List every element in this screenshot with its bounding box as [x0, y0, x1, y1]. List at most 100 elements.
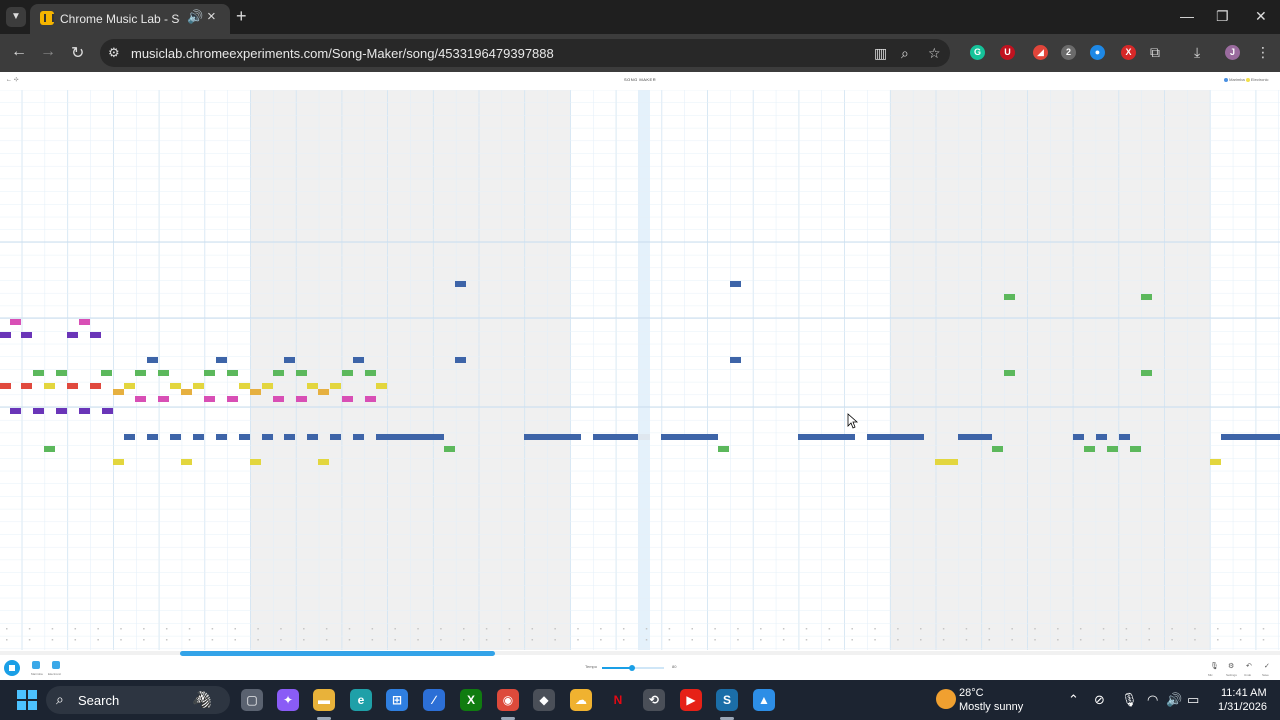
instrument-icon[interactable]	[32, 661, 40, 669]
unity-icon[interactable]: ◆	[533, 689, 555, 711]
note[interactable]	[250, 459, 261, 465]
note[interactable]	[1004, 294, 1015, 300]
note[interactable]	[330, 383, 341, 389]
note[interactable]	[365, 370, 376, 376]
note[interactable]	[21, 383, 32, 389]
percussion-icon[interactable]	[52, 661, 60, 669]
visual-studio-icon[interactable]: ∕	[423, 689, 445, 711]
note[interactable]	[44, 383, 55, 389]
address-bar[interactable]: ⚙ musiclab.chromeexperiments.com/Song-Ma…	[100, 39, 950, 67]
reading-mode-icon[interactable]: ▥	[874, 45, 887, 62]
note[interactable]	[113, 389, 124, 395]
speaker-icon[interactable]: 🔊	[187, 9, 203, 25]
extension-red-extension-icon[interactable]: ◢	[1033, 45, 1048, 60]
note[interactable]	[273, 370, 284, 376]
note[interactable]	[90, 332, 101, 338]
copilot-icon[interactable]: ✦	[277, 689, 299, 711]
note[interactable]	[307, 434, 318, 440]
site-info-icon[interactable]: ⚙	[108, 45, 120, 61]
plus-icon[interactable]: +	[236, 6, 247, 27]
note[interactable]	[318, 459, 329, 465]
extension-x-extension-icon[interactable]: X	[1121, 45, 1136, 60]
note[interactable]	[365, 396, 376, 402]
note[interactable]	[227, 370, 238, 376]
note[interactable]	[158, 370, 169, 376]
note[interactable]	[798, 434, 855, 440]
note[interactable]	[1073, 434, 1084, 440]
note[interactable]	[444, 446, 455, 452]
browser-tab[interactable]: Chrome Music Lab - Song M 🔊 ×	[30, 4, 230, 34]
microsoft-store-icon[interactable]: ⊞	[386, 689, 408, 711]
note[interactable]	[170, 434, 181, 440]
photos-icon[interactable]: ▲	[753, 689, 775, 711]
note[interactable]	[147, 357, 158, 363]
note[interactable]	[135, 370, 146, 376]
note[interactable]	[56, 370, 67, 376]
network-off-icon[interactable]: ⊘	[1094, 692, 1105, 708]
note[interactable]	[992, 446, 1003, 452]
note[interactable]	[318, 389, 329, 395]
battery-icon[interactable]: ▭	[1187, 692, 1199, 708]
note[interactable]	[342, 396, 353, 402]
note[interactable]	[330, 434, 341, 440]
back-arrow-icon[interactable]: ←	[11, 43, 27, 61]
note[interactable]	[1221, 434, 1280, 440]
note[interactable]	[10, 408, 21, 414]
note[interactable]	[90, 383, 101, 389]
note[interactable]	[56, 408, 67, 414]
note[interactable]	[67, 383, 78, 389]
note[interactable]	[79, 319, 90, 325]
download-icon[interactable]: ⤓	[1194, 44, 1200, 61]
steam-app-icon[interactable]: ⟲	[643, 689, 665, 711]
note[interactable]	[10, 319, 21, 325]
undo-button[interactable]: ↶	[1246, 662, 1252, 670]
note[interactable]	[730, 357, 741, 363]
save-button[interactable]: ✓	[1264, 662, 1270, 670]
note[interactable]	[216, 434, 227, 440]
windows-start-icon[interactable]	[17, 690, 37, 710]
cloud-app-icon[interactable]: ☁	[570, 689, 592, 711]
zoom-icon[interactable]: ⌕	[901, 45, 909, 62]
ublock-extension-icon[interactable]: U	[1000, 45, 1015, 60]
menu-kebab-icon[interactable]: ⋮	[1256, 44, 1270, 61]
note[interactable]	[204, 396, 215, 402]
note[interactable]	[376, 434, 444, 440]
note[interactable]	[296, 396, 307, 402]
note[interactable]	[33, 370, 44, 376]
note[interactable]	[273, 396, 284, 402]
note[interactable]	[147, 434, 158, 440]
note[interactable]	[135, 396, 146, 402]
netflix-icon[interactable]: N	[607, 689, 629, 711]
note[interactable]	[262, 434, 273, 440]
note[interactable]	[718, 446, 729, 452]
minimize-icon[interactable]: —	[1180, 8, 1194, 24]
weather-temperature[interactable]: 28°C	[959, 687, 984, 699]
bookmark-star-icon[interactable]: ☆	[928, 45, 941, 62]
note[interactable]	[455, 357, 466, 363]
note[interactable]	[1119, 434, 1130, 440]
note[interactable]	[1210, 459, 1221, 465]
note[interactable]	[661, 434, 718, 440]
file-explorer-icon[interactable]: ▬	[313, 689, 335, 711]
note[interactable]	[353, 434, 364, 440]
xbox-icon[interactable]: X	[460, 689, 482, 711]
note[interactable]	[124, 434, 135, 440]
scrollbar-thumb[interactable]	[180, 651, 495, 656]
weather-icon[interactable]	[936, 689, 956, 709]
microphone-icon[interactable]: 🎙	[1121, 692, 1138, 708]
note[interactable]	[1004, 370, 1015, 376]
note[interactable]	[124, 383, 135, 389]
note[interactable]	[21, 332, 32, 338]
note[interactable]	[79, 408, 90, 414]
note[interactable]	[1141, 294, 1152, 300]
note[interactable]	[33, 408, 44, 414]
taskbar-search[interactable]: ⌕ Search 🦓	[46, 686, 230, 714]
note[interactable]	[0, 383, 11, 389]
note[interactable]	[296, 370, 307, 376]
note[interactable]	[227, 396, 238, 402]
song-grid[interactable]	[0, 90, 1280, 650]
extensions-puzzle-icon[interactable]: ⧉	[1150, 44, 1160, 61]
extension-badge-extension-icon[interactable]: 2	[1061, 45, 1076, 60]
note[interactable]	[958, 434, 992, 440]
note[interactable]	[262, 383, 273, 389]
